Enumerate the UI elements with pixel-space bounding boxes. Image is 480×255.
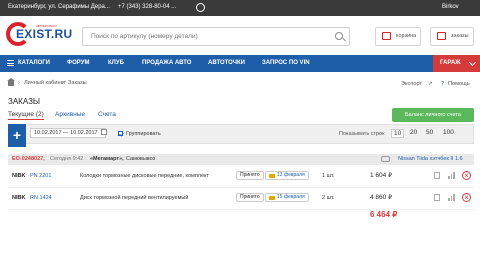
breadcrumb-separator: ›: [18, 80, 20, 86]
tab-archive[interactable]: Архивные: [55, 111, 85, 118]
breadcrumb-separator: ›: [62, 80, 64, 86]
tab-invoices[interactable]: Счета: [98, 111, 116, 118]
row-qty: 2 шт.: [322, 195, 335, 201]
page-size-50[interactable]: 50: [426, 129, 433, 136]
truck-icon: [269, 195, 275, 200]
row-price: 4 860 ₽: [370, 194, 392, 201]
chart-icon[interactable]: [448, 194, 455, 201]
delivery-date-badge[interactable]: 13 февраля: [265, 171, 309, 180]
row-qty: 1 шт.: [322, 173, 335, 179]
rows-per-page-label: Показывать строк: [339, 131, 385, 137]
row-price: 1 604 ₽: [370, 172, 392, 179]
orders-button[interactable]: заказы: [430, 27, 474, 46]
help-icon[interactable]: ?: [441, 81, 444, 87]
table-row: NIBK RN 1424 Диск тормозной передний вен…: [8, 188, 474, 210]
page-size-100[interactable]: 100: [443, 129, 454, 136]
row-brand: NIBK: [12, 195, 26, 201]
home-icon[interactable]: [7, 78, 15, 86]
search-icon[interactable]: [335, 32, 343, 40]
delivery-date: 15 февраля: [277, 194, 305, 200]
orders-label: заказы: [451, 33, 469, 39]
phone-number[interactable]: +7 (343) 328-80-04 ...: [118, 4, 176, 10]
group-checkbox[interactable]: [118, 131, 123, 136]
cart-label: корзина: [396, 33, 417, 39]
order-car[interactable]: Nissan Tiida хэтчбек II 1.6: [398, 156, 463, 162]
chart-icon[interactable]: [448, 172, 455, 179]
order-total: 6 464 ₽: [370, 210, 398, 219]
breadcrumb-orders: Заказы: [68, 80, 87, 86]
truck-icon: [269, 173, 275, 178]
status-badge: Принято: [236, 171, 264, 180]
delete-icon[interactable]: ×: [462, 171, 471, 180]
order-date: Сегодня 9:42: [50, 156, 84, 162]
order-store[interactable]: «Мегамарт»,: [90, 156, 124, 162]
row-description: Колодки тормозные дисковые передние, ком…: [80, 173, 210, 179]
currency-sign: ₽: [388, 195, 392, 201]
search-input[interactable]: [83, 28, 323, 45]
site-header: АВТОЗАПЧАСТИ EXIST.RU корзина заказы: [0, 16, 480, 54]
table-row: NIBK PN 2201 Колодки тормозные дисковые …: [8, 166, 474, 188]
delivery-date-badge[interactable]: 15 февраля: [265, 193, 309, 202]
page-size-20[interactable]: 20: [410, 129, 417, 136]
garage-button[interactable]: ГАРАЖ: [433, 55, 480, 72]
clock-icon: [196, 3, 205, 12]
document-icon[interactable]: [434, 172, 440, 179]
price-value: 4 860: [370, 194, 387, 201]
nav-item-vin-request[interactable]: ЗАПРОС ПО VIN: [262, 55, 310, 72]
car-icon: [381, 156, 390, 162]
row-brand: NIBK: [12, 173, 26, 179]
order-delivery: Самовывоз: [126, 156, 156, 162]
export-link[interactable]: Экспорт: [401, 81, 422, 87]
orders-icon: [437, 32, 446, 40]
tab-current[interactable]: Текущие (2): [8, 111, 44, 120]
nav-item-club[interactable]: КЛУБ: [108, 55, 124, 72]
order-header: EO-0248027, Сегодня 9:42 «Мегамарт», Сам…: [8, 154, 474, 165]
nav-item-catalogs[interactable]: КАТАЛОГИ: [18, 55, 50, 72]
search-box: [82, 27, 350, 46]
main-nav: КАТАЛОГИ ФОРУМ КЛУБ ПРОДАЖА АВТО АВТОТОЧ…: [0, 55, 480, 72]
document-icon[interactable]: [434, 194, 440, 201]
cart-button[interactable]: корзина: [375, 27, 421, 46]
row-part-number[interactable]: RN 1424: [30, 195, 52, 201]
calendar-icon[interactable]: [101, 129, 107, 135]
location-link[interactable]: Екатеринбург, ул. Серафимы Дера...: [8, 4, 110, 10]
date-range-field[interactable]: 10.02.2017 — 10.02.2017: [30, 128, 106, 138]
cart-icon: [382, 32, 391, 40]
status-badge: Принято: [236, 193, 264, 202]
help-link[interactable]: Помощь: [448, 81, 470, 87]
nav-item-car-sale[interactable]: ПРОДАЖА АВТО: [142, 55, 191, 72]
nav-item-autopoints[interactable]: АВТОТОЧКИ: [208, 55, 245, 72]
add-order-button[interactable]: +: [8, 124, 26, 147]
chevron-down-icon: [468, 58, 477, 67]
logo-text[interactable]: EXIST.RU: [16, 27, 72, 41]
balance-button[interactable]: Баланс личного счета: [392, 108, 474, 122]
delivery-date: 13 февраля: [277, 172, 305, 178]
currency-sign: ₽: [388, 173, 392, 179]
export-icon[interactable]: ↗: [428, 81, 433, 87]
delete-icon[interactable]: ×: [462, 193, 471, 202]
user-menu[interactable]: Birkov: [442, 4, 459, 10]
row-description: Диск тормозной передний вентилируемый: [80, 195, 189, 201]
group-label: Группировать: [126, 131, 161, 137]
menu-icon[interactable]: [7, 60, 14, 66]
row-part-number[interactable]: PN 2201: [30, 173, 51, 179]
page-size-10[interactable]: 10: [391, 129, 405, 138]
garage-label: ГАРАЖ: [440, 60, 461, 66]
price-value: 1 604: [370, 172, 387, 179]
top-bar: Екатеринбург, ул. Серафимы Дера... +7 (3…: [0, 0, 480, 16]
nav-item-forum[interactable]: ФОРУМ: [67, 55, 89, 72]
breadcrumb-cabinet[interactable]: Личный кабинет: [24, 80, 66, 86]
order-id[interactable]: EO-0248027,: [12, 156, 45, 162]
page-title: ЗАКАЗЫ: [8, 97, 40, 106]
